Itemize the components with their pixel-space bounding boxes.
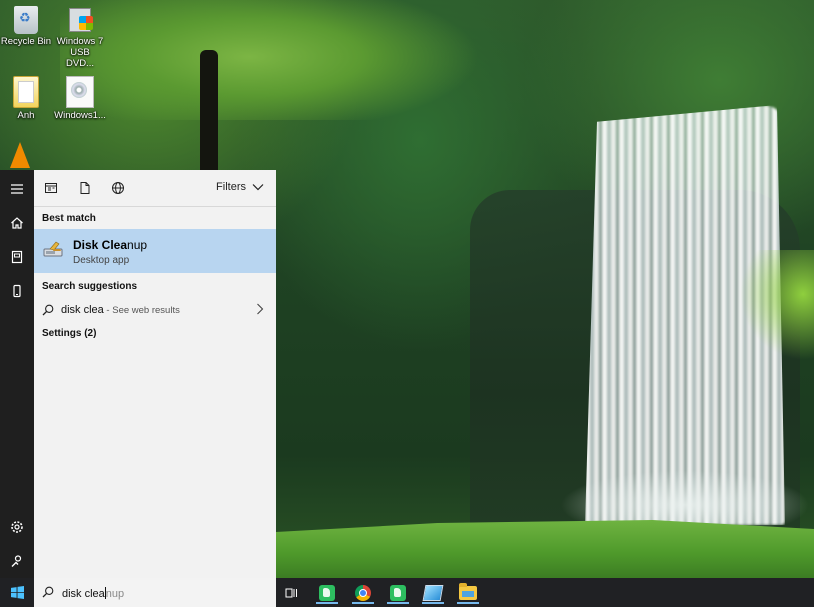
settings-heading[interactable]: Settings (2) [42,328,96,339]
windows-usb-tool-icon [67,6,93,34]
task-view-icon [285,588,297,597]
suggestion-web-hint: - See web results [103,305,180,316]
home-icon[interactable] [0,208,34,238]
web-filter-icon[interactable] [111,181,125,195]
chevron-right-icon[interactable] [256,303,264,315]
desktop-icon-windows-iso[interactable]: Windows1... [50,76,110,121]
taskbar-app-file-explorer[interactable] [454,581,482,604]
desktop-icon-label: Windows 7 USB DVD... [56,36,104,69]
start-left-rail [0,170,34,578]
chevron-down-icon [252,184,264,191]
vlc-icon[interactable] [10,142,30,168]
search-results-panel: Filters Best match Disk Cleanup Desktop … [34,170,276,578]
apps-filter-icon[interactable] [44,181,58,195]
search-icon [42,586,54,598]
start-button[interactable] [0,578,34,607]
desktop-icon-label: Anh [17,110,35,121]
task-view-button[interactable] [278,581,306,604]
taskbar-search-box[interactable]: disk cleanup [34,578,276,607]
wallpaper-fern-canopy [60,0,480,120]
desktop-icon-label: Recycle Bin [0,36,52,47]
wallpaper-fern-trunk [200,50,218,180]
best-match-result[interactable]: Disk Cleanup Desktop app [34,229,276,273]
filters-label: Filters [216,181,246,193]
evernote-icon [319,584,335,601]
filters-dropdown[interactable]: Filters [216,181,264,193]
notepad-icon [422,584,444,601]
chrome-icon [355,584,371,601]
desktop-icon-windows-usb-tool[interactable]: Windows 7 USB DVD... [50,6,110,69]
web-suggestion-item[interactable]: disk clea - See web results [34,298,276,322]
search-icon [42,304,54,316]
phone-icon[interactable] [0,276,34,306]
taskbar-app-notepad[interactable] [419,581,447,604]
documents-icon[interactable] [0,242,34,272]
evernote-icon [390,584,406,601]
search-suggestions-heading: Search suggestions [42,281,138,292]
disc-image-icon [66,76,94,108]
desktop-icon-recycle-bin[interactable]: Recycle Bin [0,6,56,47]
search-typed-text: disk clea [62,588,105,600]
desktop-icon-anh-folder[interactable]: Anh [0,76,56,121]
best-match-title-rest: nup [127,238,148,252]
taskbar-app-evernote-2[interactable] [384,581,412,604]
wallpaper-leaves [740,250,814,360]
search-filter-bar: Filters [34,170,276,207]
wallpaper-grass [276,520,814,580]
windows-logo-icon [10,586,24,599]
best-match-subtitle: Desktop app [73,255,130,266]
file-explorer-icon [459,582,477,600]
suggestion-query: disk clea [61,304,104,316]
hamburger-icon[interactable] [0,174,34,204]
taskbar-app-chrome[interactable] [349,581,377,604]
best-match-title: Disk Cleanup [73,238,147,252]
recycle-bin-icon [14,6,38,34]
documents-filter-icon[interactable] [78,181,92,195]
search-autocomplete-text: nup [105,588,125,600]
user-icon[interactable] [0,546,34,576]
suggestion-text: disk clea - See web results [61,304,180,316]
folder-icon [13,76,39,108]
settings-icon[interactable] [0,512,34,542]
search-input[interactable]: disk cleanup [62,587,124,600]
desktop-icon-label: Windows1... [54,110,106,121]
best-match-heading: Best match [42,213,96,224]
taskbar-app-evernote-1[interactable] [313,581,341,604]
best-match-title-typed: Disk Clea [73,238,128,252]
disk-cleanup-icon [42,241,64,259]
